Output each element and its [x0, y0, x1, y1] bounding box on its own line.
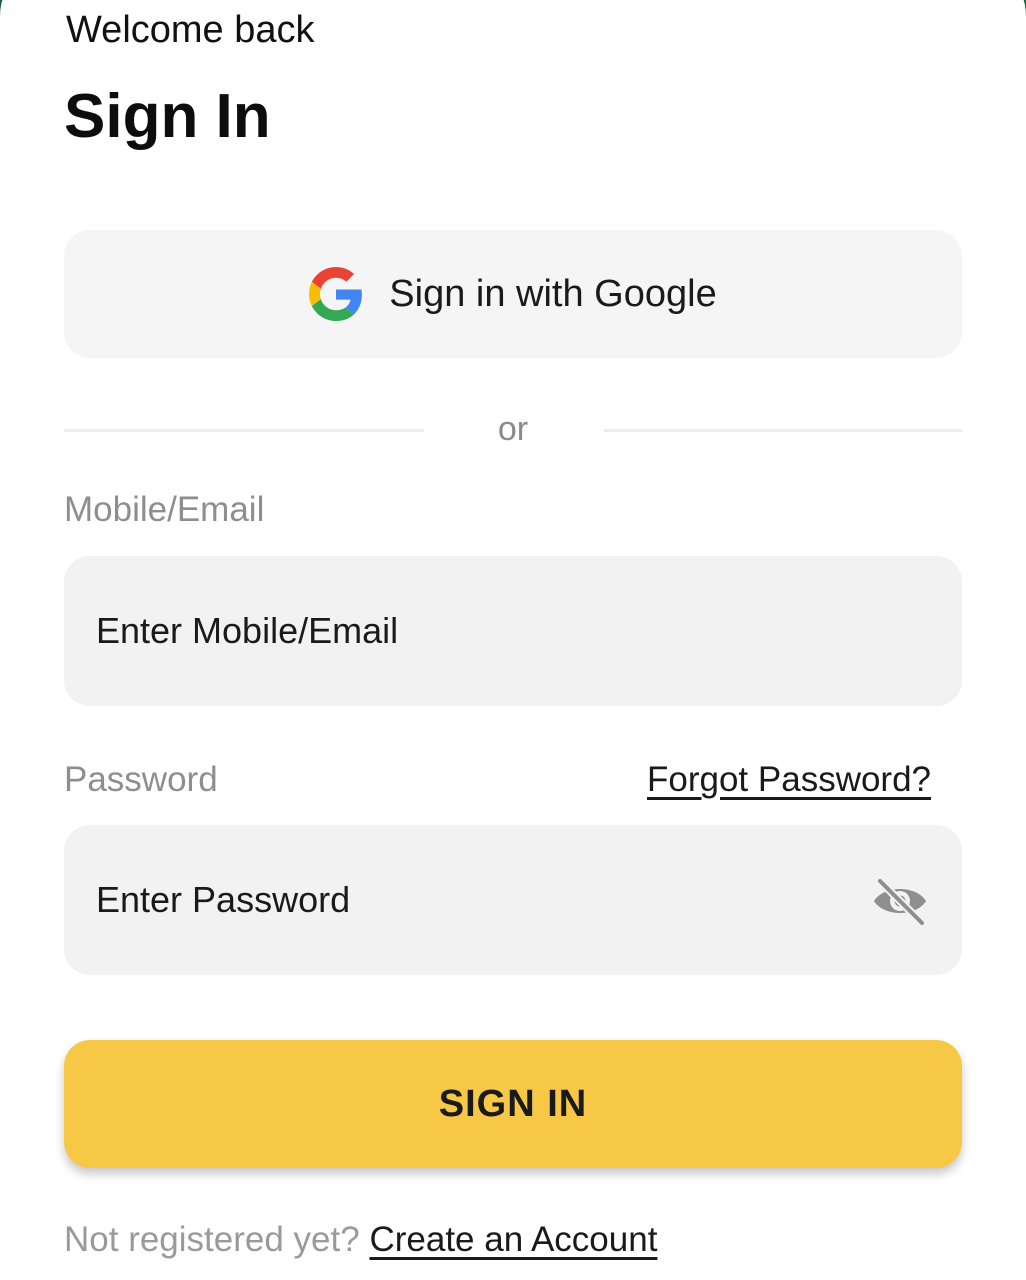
email-field[interactable]: [96, 556, 876, 706]
welcome-text: Welcome back: [66, 9, 315, 51]
email-label: Mobile/Email: [64, 490, 265, 529]
sign-in-label: SIGN IN: [438, 1082, 588, 1125]
google-sign-in-label: Sign in with Google: [389, 272, 717, 315]
page-title: Sign In: [64, 82, 271, 151]
password-field-container: [64, 825, 962, 975]
sign-in-button[interactable]: SIGN IN: [64, 1040, 962, 1168]
forgot-password-link[interactable]: Forgot Password?: [647, 760, 931, 800]
create-account-link[interactable]: Create an Account: [369, 1220, 657, 1259]
divider-right: [604, 429, 962, 432]
register-prompt: Not registered yet? Create an Account: [64, 1220, 657, 1260]
register-prompt-text: Not registered yet?: [64, 1220, 360, 1259]
password-field[interactable]: [96, 825, 876, 975]
eye-off-icon[interactable]: [870, 875, 930, 927]
sign-in-form: Welcome back Sign In Sign in with Google…: [0, 0, 1026, 1280]
email-field-container: [64, 556, 962, 706]
google-g-icon: [309, 267, 363, 321]
password-label: Password: [64, 760, 218, 799]
google-sign-in-button[interactable]: Sign in with Google: [64, 230, 962, 358]
